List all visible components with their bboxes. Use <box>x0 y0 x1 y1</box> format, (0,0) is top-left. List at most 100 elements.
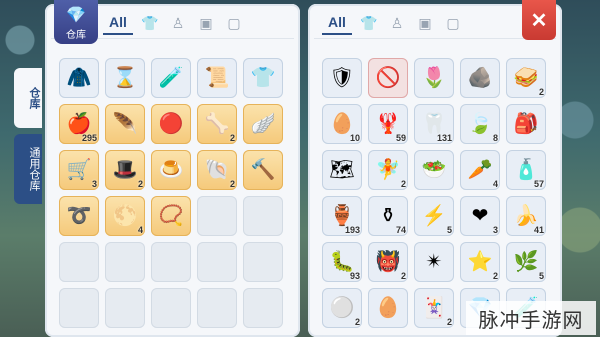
item-slot[interactable]: ⌛ <box>105 58 145 98</box>
map-icon: 🗺 <box>329 159 355 181</box>
green-potion-icon: 🧴 <box>513 159 539 181</box>
item-count: 193 <box>344 225 360 235</box>
figure-icon: ♙ <box>390 14 404 31</box>
item-slot[interactable]: 📿 <box>151 196 191 236</box>
item-count: 4 <box>137 225 143 235</box>
item-slot[interactable]: 🍃 8 <box>460 104 500 144</box>
leaf-icon: 🍃 <box>467 113 493 135</box>
item-slot[interactable]: 🛡 <box>322 58 362 98</box>
figure-icon: ♙ <box>171 14 185 31</box>
banana-icon: 🍌 <box>513 205 539 227</box>
item-slot[interactable]: ⚡ 5 <box>414 196 454 236</box>
item-count: 2 <box>354 317 360 327</box>
item-slot[interactable]: 🌿 5 <box>506 242 546 282</box>
item-slot[interactable]: 🍎 295 <box>59 104 99 144</box>
item-slot[interactable]: 🏺 193 <box>322 196 362 236</box>
item-count: 131 <box>436 133 452 143</box>
item-slot[interactable]: 🐚 2 <box>197 150 237 190</box>
hourglass-icon: ⌛ <box>112 67 138 89</box>
tab-divider <box>314 38 556 39</box>
item-slot[interactable]: 🧪 <box>151 58 191 98</box>
inventory-panel: All 👕 ♙ ▣ ▢ 🛡 🚫 🌷 🪨 🥪 2 🥚 10 🦞 59 🦷 131 🍃 8 🎒 🗺 🧚 2 🥗 🥕 4 🧴 57 🏺 193… <box>308 4 562 337</box>
tab-costume[interactable]: ♙ <box>167 12 189 34</box>
item-slot[interactable]: ⚪ 2 <box>322 288 362 328</box>
disabled-item-icon: 🚫 <box>375 67 401 89</box>
warehouse-filter-tabs: All 👕 ♙ ▣ ▢ <box>103 10 245 36</box>
item-slot[interactable]: 🥚 <box>368 288 408 328</box>
item-slot[interactable]: 🧥 <box>59 58 99 98</box>
item-slot[interactable]: 🧴 57 <box>506 150 546 190</box>
item-slot[interactable]: ➰ <box>59 196 99 236</box>
egg-icon: 🥚 <box>329 113 355 135</box>
leather-shirt-icon: 👕 <box>250 67 276 89</box>
empty-slot <box>151 242 191 282</box>
item-slot[interactable]: 👕 <box>243 58 283 98</box>
watermark: 脉冲手游网 <box>466 301 596 335</box>
item-count: 2 <box>492 271 498 281</box>
item-slot[interactable]: 🔨 <box>243 150 283 190</box>
monster-card-icon: 👹 <box>375 251 401 273</box>
empty-slot <box>105 242 145 282</box>
item-slot[interactable]: 🌷 <box>414 58 454 98</box>
tab-card[interactable]: ▣ <box>414 12 436 34</box>
empty-slot <box>151 288 191 328</box>
item-slot[interactable]: 🥕 4 <box>460 150 500 190</box>
item-slot[interactable]: 🐛 93 <box>322 242 362 282</box>
tab-all[interactable]: All <box>103 11 133 35</box>
item-slot[interactable]: 🌕 4 <box>105 196 145 236</box>
item-slot[interactable]: ⚱ 74 <box>368 196 408 236</box>
item-slot[interactable]: 🛒 3 <box>59 150 99 190</box>
item-slot[interactable]: 🪨 <box>460 58 500 98</box>
side-tab-warehouse[interactable]: 仓库 <box>14 68 42 128</box>
feather-icon: 🪶 <box>112 113 138 135</box>
tab-equipment[interactable]: 👕 <box>358 12 380 34</box>
item-count: 295 <box>81 133 97 143</box>
empty-slot <box>59 242 99 282</box>
close-icon: ✕ <box>530 9 548 32</box>
item-slot[interactable]: 🦴 2 <box>197 104 237 144</box>
item-slot[interactable]: ❤ 3 <box>460 196 500 236</box>
item-count: 2 <box>400 271 406 281</box>
item-slot[interactable]: 🪽 <box>243 104 283 144</box>
tab-equipment[interactable]: 👕 <box>139 12 161 34</box>
item-slot[interactable]: 🎩 2 <box>105 150 145 190</box>
item-count: 2 <box>446 317 452 327</box>
tab-costume[interactable]: ♙ <box>386 12 408 34</box>
fang-icon: 🦷 <box>421 113 447 135</box>
item-slot[interactable]: 🥗 <box>414 150 454 190</box>
item-slot[interactable]: ⭐ 2 <box>460 242 500 282</box>
item-slot[interactable]: 🃏 2 <box>414 288 454 328</box>
item-slot[interactable]: 📜 <box>197 58 237 98</box>
item-slot[interactable]: 🗺 <box>322 150 362 190</box>
item-slot[interactable]: 🍌 41 <box>506 196 546 236</box>
empty-slot <box>243 196 283 236</box>
tab-all[interactable]: All <box>322 11 352 35</box>
armor-icon: 🛡 <box>329 67 355 89</box>
item-slot[interactable]: 🚫 <box>368 58 408 98</box>
side-tab-shared-warehouse[interactable]: 通用仓库 <box>14 134 42 204</box>
ring-icon: ➰ <box>66 205 92 227</box>
flower-icon: 🌷 <box>421 67 447 89</box>
frame-icon: ▢ <box>446 14 460 31</box>
item-slot[interactable]: 🔴 <box>151 104 191 144</box>
item-slot[interactable]: 🍮 <box>151 150 191 190</box>
scroll-icon: 📜 <box>204 67 230 89</box>
grey-stone-icon: ⚪ <box>329 297 355 319</box>
item-slot[interactable]: ✴ <box>414 242 454 282</box>
item-slot[interactable]: 🧚 2 <box>368 150 408 190</box>
close-button[interactable]: ✕ <box>522 0 556 40</box>
tab-card[interactable]: ▣ <box>195 12 217 34</box>
tab-misc[interactable]: ▢ <box>223 12 245 34</box>
item-slot[interactable]: 🦷 131 <box>414 104 454 144</box>
item-slot[interactable]: 🥚 10 <box>322 104 362 144</box>
item-slot[interactable]: 👹 2 <box>368 242 408 282</box>
item-slot[interactable]: 🪶 <box>105 104 145 144</box>
tab-misc[interactable]: ▢ <box>442 12 464 34</box>
empty-slot <box>197 288 237 328</box>
warehouse-badge: 💎 仓库 <box>54 0 98 44</box>
item-slot[interactable]: 🦞 59 <box>368 104 408 144</box>
item-slot[interactable]: 🎒 <box>506 104 546 144</box>
item-slot[interactable]: 🥪 2 <box>506 58 546 98</box>
jar-icon: 🏺 <box>329 205 355 227</box>
item-count: 2 <box>229 179 235 189</box>
